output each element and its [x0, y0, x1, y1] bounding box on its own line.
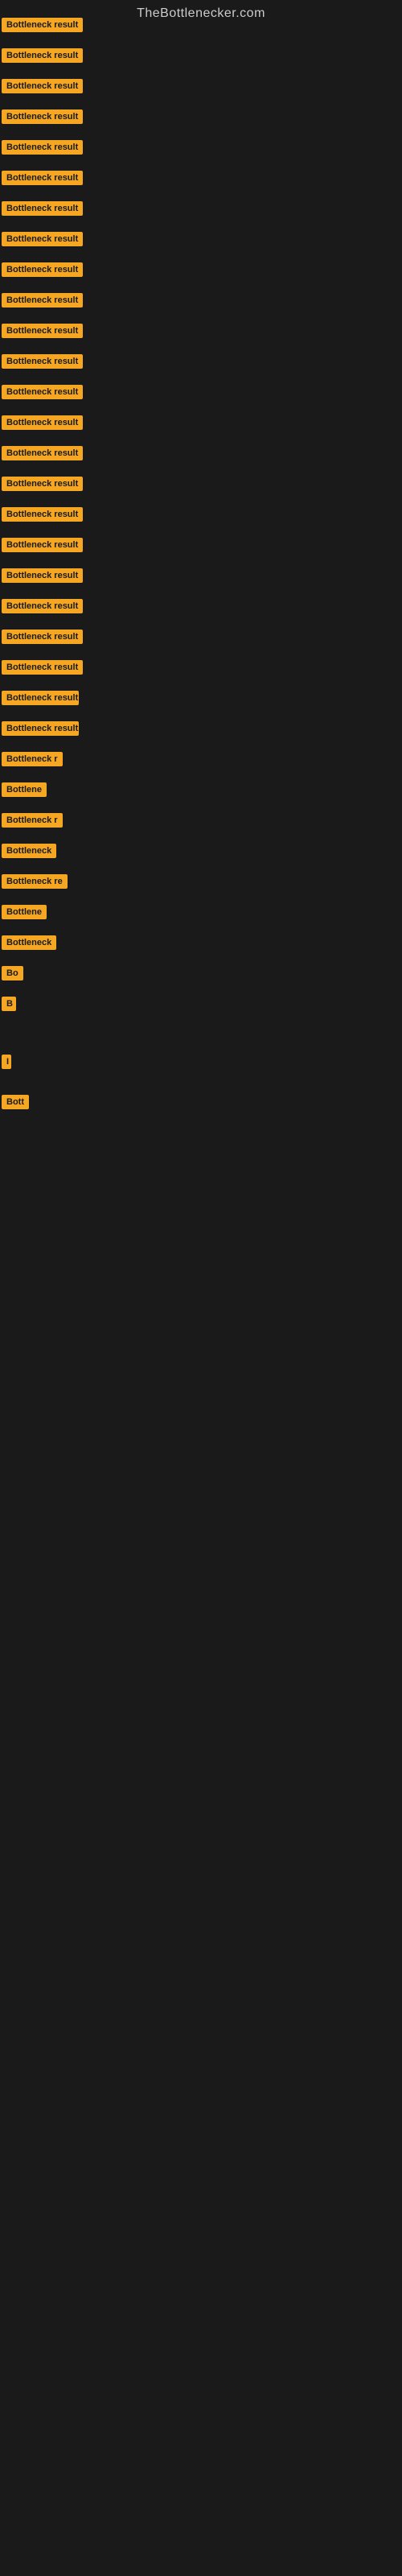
- bottleneck-result-label: Bottleneck result: [2, 293, 83, 308]
- bottleneck-result-label: Bottleneck result: [2, 324, 83, 338]
- bottleneck-item: Bottleneck result: [2, 415, 83, 434]
- bottleneck-item: Bottleneck result: [2, 446, 83, 464]
- bottleneck-result-label: Bottlene: [2, 782, 47, 797]
- bottleneck-result-label: Bottleneck: [2, 935, 56, 950]
- bottleneck-item: Bottleneck result: [2, 354, 83, 373]
- bottleneck-result-label: Bottleneck result: [2, 660, 83, 675]
- bottleneck-result-label: Bottleneck result: [2, 48, 83, 63]
- bottleneck-item: Bottlene: [2, 905, 47, 923]
- bottleneck-item: Bottleneck result: [2, 660, 83, 679]
- bottleneck-result-label: B: [2, 997, 16, 1011]
- bottleneck-result-label: Bottleneck result: [2, 691, 79, 705]
- bottleneck-result-label: I: [2, 1055, 11, 1069]
- bottleneck-result-label: Bottleneck r: [2, 813, 63, 828]
- bottleneck-item: Bott: [2, 1095, 29, 1113]
- bottleneck-item: Bottleneck result: [2, 18, 83, 36]
- bottleneck-result-label: Bottleneck r: [2, 752, 63, 766]
- bottleneck-item: Bo: [2, 966, 23, 985]
- bottleneck-result-label: Bottleneck result: [2, 79, 83, 93]
- bottleneck-item: Bottleneck result: [2, 477, 83, 495]
- bottleneck-item: Bottleneck result: [2, 48, 83, 67]
- bottleneck-item: Bottleneck result: [2, 538, 83, 556]
- bottleneck-item: Bottleneck result: [2, 507, 83, 526]
- bottleneck-result-label: Bottleneck result: [2, 415, 83, 430]
- bottleneck-result-label: Bottleneck re: [2, 874, 68, 889]
- bottleneck-result-label: Bottleneck result: [2, 630, 83, 644]
- bottleneck-result-label: Bottleneck result: [2, 538, 83, 552]
- bottleneck-result-label: Bottleneck: [2, 844, 56, 858]
- bottleneck-result-label: Bott: [2, 1095, 29, 1109]
- bottleneck-item: Bottleneck result: [2, 262, 83, 281]
- bottleneck-item: Bottleneck: [2, 844, 56, 862]
- bottleneck-item: Bottleneck result: [2, 109, 83, 128]
- bottleneck-result-label: Bottleneck result: [2, 477, 83, 491]
- bottleneck-result-label: Bottleneck result: [2, 109, 83, 124]
- bottleneck-item: Bottleneck result: [2, 201, 83, 220]
- bottleneck-item: Bottleneck result: [2, 599, 83, 617]
- bottleneck-result-label: Bottleneck result: [2, 171, 83, 185]
- bottleneck-item: Bottleneck: [2, 935, 56, 954]
- bottleneck-item: Bottleneck result: [2, 79, 83, 97]
- bottleneck-result-label: Bottleneck result: [2, 232, 83, 246]
- bottleneck-item: Bottleneck result: [2, 293, 83, 312]
- bottleneck-result-label: Bottleneck result: [2, 507, 83, 522]
- bottleneck-result-label: Bottleneck result: [2, 446, 83, 460]
- bottleneck-item: Bottleneck result: [2, 171, 83, 189]
- bottleneck-result-label: Bottleneck result: [2, 599, 83, 613]
- bottleneck-item: Bottleneck r: [2, 752, 63, 770]
- bottleneck-item: Bottleneck result: [2, 232, 83, 250]
- bottleneck-item: Bottleneck result: [2, 385, 83, 403]
- bottleneck-result-label: Bottleneck result: [2, 568, 83, 583]
- bottleneck-item: Bottleneck result: [2, 630, 83, 648]
- bottleneck-result-label: Bottleneck result: [2, 721, 79, 736]
- bottleneck-item: Bottleneck result: [2, 721, 79, 740]
- bottleneck-result-label: Bottleneck result: [2, 140, 83, 155]
- bottleneck-result-label: Bo: [2, 966, 23, 980]
- bottleneck-item: Bottleneck result: [2, 691, 79, 709]
- bottleneck-result-label: Bottlene: [2, 905, 47, 919]
- bottleneck-item: Bottlene: [2, 782, 47, 801]
- bottleneck-result-label: Bottleneck result: [2, 201, 83, 216]
- bottleneck-result-label: Bottleneck result: [2, 262, 83, 277]
- bottleneck-item: Bottleneck re: [2, 874, 68, 893]
- bottleneck-result-label: Bottleneck result: [2, 354, 83, 369]
- bottleneck-item: Bottleneck result: [2, 324, 83, 342]
- bottleneck-item: Bottleneck result: [2, 568, 83, 587]
- bottleneck-result-label: Bottleneck result: [2, 18, 83, 32]
- bottleneck-item: Bottleneck result: [2, 140, 83, 159]
- bottleneck-item: I: [2, 1055, 11, 1073]
- bottleneck-item: B: [2, 997, 16, 1015]
- bottleneck-item: Bottleneck r: [2, 813, 63, 832]
- bottleneck-result-label: Bottleneck result: [2, 385, 83, 399]
